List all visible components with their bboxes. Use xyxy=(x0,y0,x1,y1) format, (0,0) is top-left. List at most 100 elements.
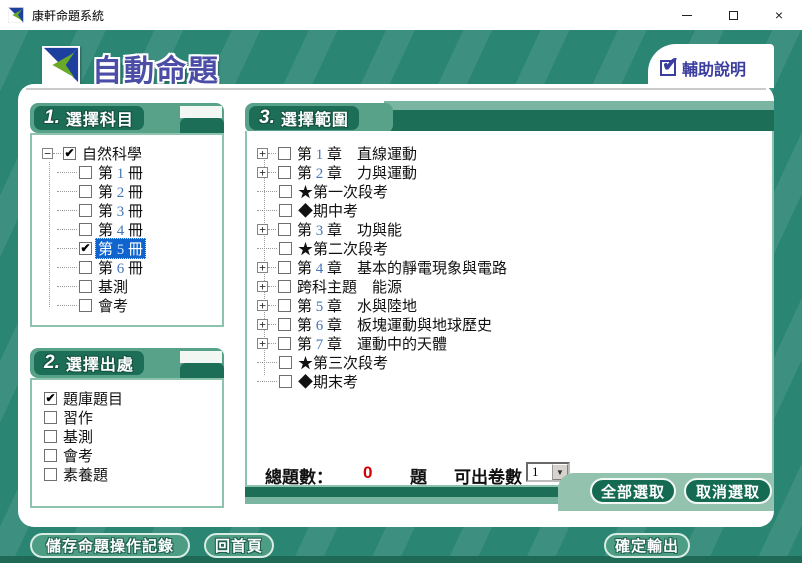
checkbox[interactable] xyxy=(79,185,92,198)
tree-item[interactable]: ◆期末考 xyxy=(257,372,772,391)
tree-label[interactable]: 第 3 冊 xyxy=(95,200,146,221)
checkbox[interactable]: ✔ xyxy=(44,392,57,405)
expand-icon[interactable]: + xyxy=(257,148,268,159)
tree-label[interactable]: 第 6 章 板塊運動與地球歷史 xyxy=(294,314,495,335)
checkbox[interactable] xyxy=(79,299,92,312)
tree-item[interactable]: 第 3 冊 xyxy=(42,201,222,220)
help-link[interactable]: ✔ 輔助說明 xyxy=(660,56,746,80)
checkbox[interactable] xyxy=(44,430,57,443)
expand-icon[interactable]: + xyxy=(257,167,268,178)
checkbox[interactable] xyxy=(279,242,292,255)
confirm-output-button[interactable]: 確定輸出 xyxy=(604,533,690,558)
tree-label[interactable]: 自然科學 xyxy=(79,143,145,164)
tree-item[interactable]: + 第 6 章 板塊運動與地球歷史 xyxy=(257,315,772,334)
select-all-button[interactable]: 全部選取 xyxy=(590,478,676,504)
expand-icon[interactable]: + xyxy=(257,300,268,311)
checkbox[interactable] xyxy=(79,261,92,274)
tree-label[interactable]: ★第一次段考 xyxy=(295,181,391,202)
checkbox[interactable] xyxy=(278,166,291,179)
tree-item[interactable]: 第 6 冊 xyxy=(42,258,222,277)
expand-icon[interactable]: + xyxy=(257,224,268,235)
tree-label[interactable]: 第 1 冊 xyxy=(95,162,146,183)
tree-label[interactable]: 第 3 章 功與能 xyxy=(294,219,405,240)
save-log-button[interactable]: 儲存命題操作記錄 xyxy=(30,533,190,558)
option-label[interactable]: 會考 xyxy=(60,445,96,466)
tree-label[interactable]: ◆期中考 xyxy=(295,200,361,221)
tree-label[interactable]: 第 6 冊 xyxy=(95,257,146,278)
checkbox[interactable] xyxy=(279,375,292,388)
option-item[interactable]: 素養題 xyxy=(42,465,222,484)
tree-item[interactable]: 基測 xyxy=(42,277,222,296)
tree-item[interactable]: + 第 3 章 功與能 xyxy=(257,220,772,239)
checkbox[interactable] xyxy=(278,299,291,312)
option-label[interactable]: 素養題 xyxy=(60,464,111,485)
tree-item[interactable]: −✔自然科學 xyxy=(42,144,222,163)
tree-item[interactable]: ★第三次段考 xyxy=(257,353,772,372)
tree-item[interactable]: ★第一次段考 xyxy=(257,182,772,201)
tree-label[interactable]: 第 2 冊 xyxy=(95,181,146,202)
checkbox[interactable] xyxy=(79,204,92,217)
deselect-all-button[interactable]: 取消選取 xyxy=(684,478,772,504)
tree-item[interactable]: + 第 1 章 直線運動 xyxy=(257,144,772,163)
checkbox[interactable] xyxy=(44,411,57,424)
close-button[interactable]: × xyxy=(756,0,802,30)
tree-item[interactable]: ◆期中考 xyxy=(257,201,772,220)
option-label[interactable]: 題庫題目 xyxy=(60,388,126,409)
tree-item[interactable]: 第 4 冊 xyxy=(42,220,222,239)
home-button[interactable]: 回首頁 xyxy=(204,533,274,558)
tree-label[interactable]: 跨科主題 能源 xyxy=(294,276,405,297)
checkbox[interactable] xyxy=(44,449,57,462)
tree-connector xyxy=(257,362,277,363)
tree-label[interactable]: 第 4 冊 xyxy=(95,219,146,240)
maximize-button[interactable] xyxy=(710,0,756,30)
checkbox[interactable] xyxy=(278,147,291,160)
tree-label[interactable]: ◆期末考 xyxy=(295,371,361,392)
checkbox[interactable] xyxy=(279,356,292,369)
tree-label[interactable]: 第 5 冊 xyxy=(95,238,146,259)
checkbox[interactable] xyxy=(278,337,291,350)
checkbox[interactable] xyxy=(44,468,57,481)
option-label[interactable]: 基測 xyxy=(60,426,96,447)
expand-icon[interactable]: + xyxy=(257,319,268,330)
checkbox[interactable] xyxy=(278,261,291,274)
tree-item[interactable]: 第 1 冊 xyxy=(42,163,222,182)
option-item[interactable]: ✔題庫題目 xyxy=(42,389,222,408)
checkbox[interactable]: ✔ xyxy=(79,242,92,255)
tree-item[interactable]: + 跨科主題 能源 xyxy=(257,277,772,296)
option-item[interactable]: 會考 xyxy=(42,446,222,465)
minimize-button[interactable] xyxy=(664,0,710,30)
checkbox[interactable] xyxy=(278,280,291,293)
checkbox[interactable] xyxy=(79,223,92,236)
tree-item[interactable]: + 第 5 章 水與陸地 xyxy=(257,296,772,315)
tree-item[interactable]: + 第 4 章 基本的靜電現象與電路 xyxy=(257,258,772,277)
checkbox[interactable] xyxy=(79,280,92,293)
tree-label[interactable]: ★第三次段考 xyxy=(295,352,391,373)
tree-label[interactable]: 第 2 章 力與運動 xyxy=(294,162,420,183)
tree-item[interactable]: + 第 2 章 力與運動 xyxy=(257,163,772,182)
checkbox[interactable] xyxy=(79,166,92,179)
expand-icon[interactable]: + xyxy=(257,281,268,292)
tree-label[interactable]: 基測 xyxy=(95,276,131,297)
option-label[interactable]: 習作 xyxy=(60,407,96,428)
checkbox[interactable] xyxy=(279,204,292,217)
tree-item[interactable]: 第 2 冊 xyxy=(42,182,222,201)
tree-label[interactable]: ★第二次段考 xyxy=(295,238,391,259)
tree-label[interactable]: 第 7 章 運動中的天體 xyxy=(294,333,450,354)
tree-item[interactable]: 會考 xyxy=(42,296,222,315)
expand-icon[interactable]: + xyxy=(257,338,268,349)
tree-item[interactable]: ✔第 5 冊 xyxy=(42,239,222,258)
collapse-icon[interactable]: − xyxy=(42,148,53,159)
tree-item[interactable]: + 第 7 章 運動中的天體 xyxy=(257,334,772,353)
tree-label[interactable]: 第 4 章 基本的靜電現象與電路 xyxy=(294,257,510,278)
tree-label[interactable]: 第 1 章 直線運動 xyxy=(294,143,420,164)
tree-item[interactable]: ★第二次段考 xyxy=(257,239,772,258)
checkbox[interactable] xyxy=(278,318,291,331)
tree-label[interactable]: 第 5 章 水與陸地 xyxy=(294,295,420,316)
option-item[interactable]: 習作 xyxy=(42,408,222,427)
checkbox[interactable]: ✔ xyxy=(63,147,76,160)
option-item[interactable]: 基測 xyxy=(42,427,222,446)
checkbox[interactable] xyxy=(279,185,292,198)
tree-label[interactable]: 會考 xyxy=(95,295,131,316)
checkbox[interactable] xyxy=(278,223,291,236)
expand-icon[interactable]: + xyxy=(257,262,268,273)
